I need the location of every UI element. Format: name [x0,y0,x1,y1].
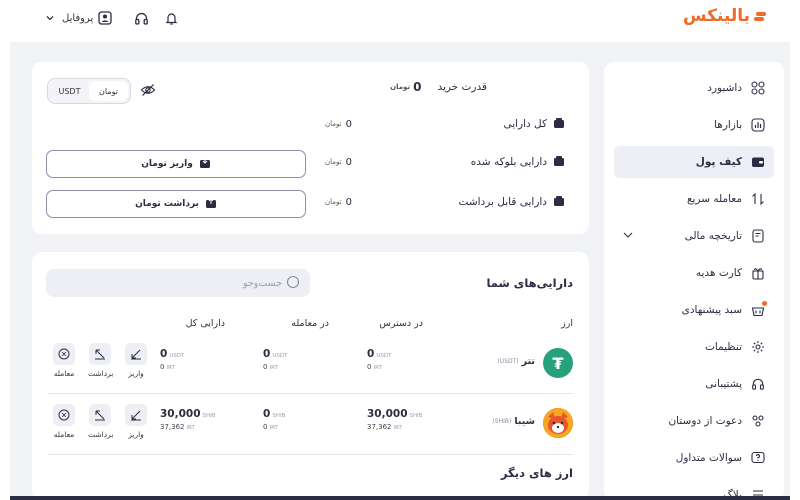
sidebar-item-support[interactable]: پشتیبانی [614,368,774,400]
bottom-scroll-edge [10,496,790,500]
buying-power-value: 0 تومان [390,80,422,94]
gift-icon [750,265,766,281]
column-in-trade: در معامله [291,318,329,329]
search-icon [286,275,300,292]
profile-label: پروفایل [62,12,94,24]
blocked-assets-label: دارایی بلوکه شده [470,156,547,168]
lock-wallet-icon [553,155,565,170]
withdrawable-assets-value: 0 [345,196,352,208]
wallet-icon [750,154,766,170]
gear-icon [750,339,766,355]
buying-power-label: قدرت خرید [437,81,487,93]
assets-card: دارایی‌های شما جست‌وجو ارز در دسترس در م… [32,252,589,500]
withdraw-button[interactable]: برداشت [88,343,113,378]
assets-title: دارایی‌های شما [486,276,573,290]
withdrawable-assets-row: دارایی قابل برداشت 0 تومان [325,192,565,212]
other-currencies-title: ارز های دیگر [500,466,573,480]
sidebar-item-suggested-basket[interactable]: سبد پیشنهادی [614,294,774,326]
blocked-assets-row: دارایی بلوکه شده 0 تومان [325,152,565,172]
chevron-down-icon[interactable] [622,229,634,244]
in-trade-cell: 0 SHIB 0 IRT [263,408,286,431]
sidebar-item-dashboard[interactable]: داشبورد [614,72,774,104]
sidebar-item-settings[interactable]: تنظیمات [614,331,774,363]
tether-logo-icon: ₮ [543,348,573,378]
user-icon [97,10,113,26]
toggle-usdt[interactable]: USDT [50,81,89,101]
deposit-button[interactable]: واریز [124,343,148,378]
column-total: دارایی کل [185,318,225,329]
withdrawable-assets-label: دارایی قابل برداشت [458,196,547,208]
withdraw-button[interactable]: برداشت [88,404,113,439]
bell-icon[interactable] [163,10,179,26]
users-icon [750,413,766,429]
brand-logo[interactable]: بالینکس [683,6,766,26]
toman-unit: تومان [390,83,411,91]
sidebar-item-quick-trade[interactable]: معامله سریع [614,183,774,215]
total-assets-row: کل دارایی 0 تومان [325,114,565,134]
table-row[interactable]: ₮ تتر (USDT) 0 USDT 0 IRT 0 USDT 0 IRT 0 USDT… [32,334,589,392]
deposit-icon [199,157,211,172]
balance-card: قدرت خرید 0 تومان USDT تومان کل دارایی 0… [32,62,589,234]
logo-text: بالینکس [683,6,750,26]
search-placeholder: جست‌وجو [242,277,282,289]
headphones-icon[interactable] [133,10,149,26]
sidebar-item-financial-history[interactable]: تاریخچه مالی [614,220,774,252]
grid-icon [750,80,766,96]
top-actions: پروفایل [42,9,179,27]
toggle-toman[interactable]: تومان [89,81,128,101]
blocked-assets-value: 0 [345,156,352,168]
sidebar-item-gift-card[interactable]: کارت هدیه [614,257,774,289]
sidebar-item-faq[interactable]: سوالات متداول [614,442,774,474]
currency-toggle: USDT تومان [47,78,131,104]
deposit-button[interactable]: واریز [124,404,148,439]
withdraw-wallet-icon [553,195,565,210]
search-input[interactable]: جست‌وجو [46,269,310,297]
deposit-toman-button[interactable]: واریز تومان [46,150,306,178]
column-coin: ارز [561,318,573,329]
wallet-icon [553,117,565,132]
table-row[interactable]: شیبا (SHIB) 30,000 SHIB 37,362 IRT 0 SHIB 0… [32,394,589,452]
row-actions: معامله برداشت واریز [52,404,148,439]
row-divider [48,454,573,455]
headphones-icon [750,376,766,392]
top-bar: بالینکس پروفایل [0,0,800,40]
sidebar-item-markets[interactable]: بازارها [614,109,774,141]
sidebar-item-wallet[interactable]: کیف پول [614,146,774,178]
chevron-down-icon [42,10,58,26]
withdraw-toman-button[interactable]: برداشت تومان [46,190,306,218]
buying-power: قدرت خرید 0 تومان [390,80,487,94]
swap-icon [750,191,766,207]
withdraw-icon [205,197,217,212]
question-icon [750,450,766,466]
available-cell: 30,000 SHIB 37,362 IRT [367,408,423,431]
notification-dot [762,301,767,306]
total-cell: 30,000 SHIB 37,362 IRT [160,408,216,431]
total-assets-value: 0 [345,118,352,130]
coin-name: شیبا (SHIB) [492,416,535,427]
hide-balance-icon[interactable] [140,82,156,102]
trade-button[interactable]: معامله [52,343,76,378]
logo-mark-icon [754,10,766,22]
sidebar-item-invite-friends[interactable]: دعوت از دوستان [614,405,774,437]
history-icon [750,228,766,244]
trade-button[interactable]: معامله [52,404,76,439]
shiba-logo-icon [543,408,573,438]
coin-name: تتر (USDT) [497,356,535,367]
row-actions: معامله برداشت واریز [52,343,148,378]
basket-icon [750,301,767,318]
available-cell: 0 USDT 0 IRT [367,348,392,371]
total-cell: 0 USDT 0 IRT [160,348,185,371]
in-trade-cell: 0 USDT 0 IRT [263,348,288,371]
chart-icon [750,117,766,133]
total-assets-label: کل دارایی [503,118,547,130]
sidebar: داشبورد بازارها کیف پول معامله سریع تاری… [604,62,784,500]
column-available: در دسترس [379,318,423,329]
profile-menu[interactable]: پروفایل [42,10,113,26]
